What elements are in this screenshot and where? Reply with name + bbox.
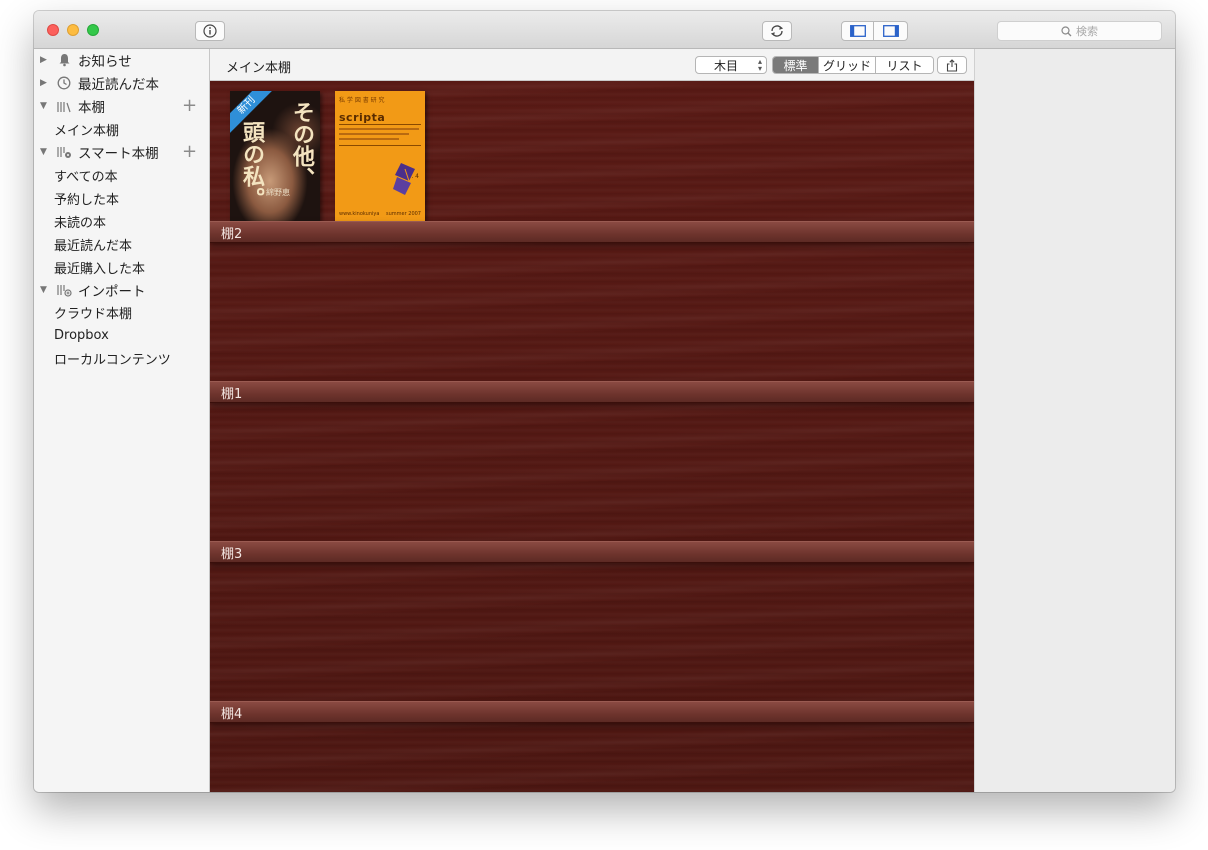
shelf-board: 棚3 xyxy=(210,541,974,563)
inspector-panel xyxy=(974,49,1175,792)
clock-icon xyxy=(56,75,72,91)
cover-rule xyxy=(339,145,421,146)
info-icon xyxy=(203,24,217,38)
shelf-toolbar: メイン本棚 木目 ▴ ▾ 標準 グリッド リスト xyxy=(210,49,974,81)
sidebar-group-import[interactable]: ▼ インポート xyxy=(34,279,209,301)
cover-rule xyxy=(339,124,421,125)
sidebar-item-reserved-books[interactable]: 予約した本 xyxy=(54,187,119,209)
disclosure-collapsed-icon[interactable]: ▶ xyxy=(40,78,47,88)
sidebar-group-label: インポート xyxy=(78,284,146,300)
view-mode-control: 標準 グリッド リスト xyxy=(772,56,934,74)
cover-logo-icon xyxy=(393,163,415,195)
disclosure-collapsed-icon[interactable]: ▶ xyxy=(40,55,47,65)
title-bar: 検索 xyxy=(34,11,1175,49)
view-mode-standard-button[interactable]: 標準 xyxy=(773,57,819,73)
sidebar: ▶ お知らせ ▶ 最近読んだ本 ▼ 本棚 + メイン本棚 ▼ スマート本棚 + … xyxy=(34,49,210,792)
toggle-inspector-button[interactable] xyxy=(874,21,908,41)
sidebar-group-label: スマート本棚 xyxy=(78,146,159,162)
share-button[interactable] xyxy=(937,56,967,74)
cover-text-lines xyxy=(339,128,421,143)
search-field[interactable]: 検索 xyxy=(997,21,1162,41)
sidebar-item-local-content[interactable]: ローカルコンテンツ xyxy=(54,347,171,369)
sync-button[interactable] xyxy=(762,21,792,41)
book-title: scripta xyxy=(339,111,386,124)
book-author: 綿野恵 xyxy=(266,188,290,197)
cover-footer: www.kinokuniya summer 2007 xyxy=(339,211,421,217)
disclosure-expanded-icon[interactable]: ▼ xyxy=(40,285,47,295)
sync-icon xyxy=(770,25,784,37)
disclosure-expanded-icon[interactable]: ▼ xyxy=(40,147,47,157)
sidebar-item-label: お知らせ xyxy=(78,54,132,70)
book-cover-text: その他、 xyxy=(289,101,315,189)
shelf-row: その他、 頭の私。 綿野恵 新刊 私 学 図 書 研 究 scripta no.… xyxy=(210,81,974,241)
toggle-sidebar-button[interactable] xyxy=(841,21,874,41)
disclosure-expanded-icon[interactable]: ▼ xyxy=(40,101,47,111)
book-cover[interactable]: その他、 頭の私。 綿野恵 新刊 xyxy=(230,91,320,221)
bell-icon xyxy=(56,52,72,68)
smart-bookshelf-icon xyxy=(56,144,72,160)
cover-footer-right: summer 2007 xyxy=(386,211,421,217)
sidebar-item-unread-books[interactable]: 未読の本 xyxy=(54,210,106,232)
shelf-style-value: 木目 xyxy=(714,58,739,73)
shelf-label: 棚4 xyxy=(221,707,243,722)
add-bookshelf-button[interactable]: + xyxy=(182,97,197,115)
shelf-style-select[interactable]: 木目 ▴ ▾ xyxy=(695,56,767,74)
sidebar-item-recently-purchased[interactable]: 最近購入した本 xyxy=(54,256,145,278)
minimize-window-button[interactable] xyxy=(67,24,79,36)
view-mode-list-button[interactable]: リスト xyxy=(876,57,933,73)
select-arrows-icon: ▴ ▾ xyxy=(757,57,762,73)
book-cover[interactable]: 私 学 図 書 研 究 scripta no. 4 www.kinokuniya… xyxy=(335,91,425,221)
bookshelf-icon xyxy=(56,98,72,114)
book-series: 私 学 図 書 研 究 xyxy=(339,97,385,104)
search-icon xyxy=(1061,25,1072,36)
main-content: メイン本棚 木目 ▴ ▾ 標準 グリッド リスト その他、 頭の私。 綿野恵 新… xyxy=(210,49,974,792)
view-mode-grid-button[interactable]: グリッド xyxy=(819,57,876,73)
right-panel-icon xyxy=(882,25,899,37)
bookshelf-view: その他、 頭の私。 綿野恵 新刊 私 学 図 書 研 究 scripta no.… xyxy=(210,81,974,792)
left-sidebar-icon xyxy=(849,25,866,37)
shelf-label: 棚1 xyxy=(221,387,243,402)
sidebar-item-cloud-shelf[interactable]: クラウド本棚 xyxy=(54,301,132,323)
sidebar-item-smart-recently-read[interactable]: 最近読んだ本 xyxy=(54,233,132,255)
sidebar-item-dropbox[interactable]: Dropbox xyxy=(54,324,109,346)
sidebar-group-smart-shelves[interactable]: ▼ スマート本棚 + xyxy=(34,141,209,163)
sidebar-item-all-books[interactable]: すべての本 xyxy=(54,164,118,186)
sidebar-group-bookshelves[interactable]: ▼ 本棚 + xyxy=(34,95,209,117)
search-placeholder: 検索 xyxy=(1076,25,1098,38)
shelf-board: 棚2 xyxy=(210,221,974,243)
sidebar-item-recently-read[interactable]: ▶ 最近読んだ本 xyxy=(34,72,209,94)
info-button[interactable] xyxy=(195,21,225,41)
page-title: メイン本棚 xyxy=(226,61,292,76)
shelf-label: 棚2 xyxy=(221,227,243,242)
app-window: 検索 ▶ お知らせ ▶ 最近読んだ本 ▼ 本棚 + メイン本棚 ▼ スマート本棚… xyxy=(34,11,1175,792)
add-smart-shelf-button[interactable]: + xyxy=(182,143,197,161)
close-window-button[interactable] xyxy=(47,24,59,36)
cover-footer-left: www.kinokuniya xyxy=(339,211,380,217)
sidebar-item-label: 最近読んだ本 xyxy=(78,77,159,93)
shelf-label: 棚3 xyxy=(221,547,243,562)
sidebar-item-main-shelf[interactable]: メイン本棚 xyxy=(54,118,119,140)
import-shelf-icon xyxy=(56,282,72,298)
shelf-board: 棚4 xyxy=(210,701,974,723)
shelf-board: 棚1 xyxy=(210,381,974,403)
book-cover-text: 頭の私。 xyxy=(239,121,265,209)
zoom-window-button[interactable] xyxy=(87,24,99,36)
share-icon xyxy=(946,58,958,72)
sidebar-group-label: 本棚 xyxy=(78,100,105,116)
sidebar-item-notifications[interactable]: ▶ お知らせ xyxy=(34,49,209,71)
